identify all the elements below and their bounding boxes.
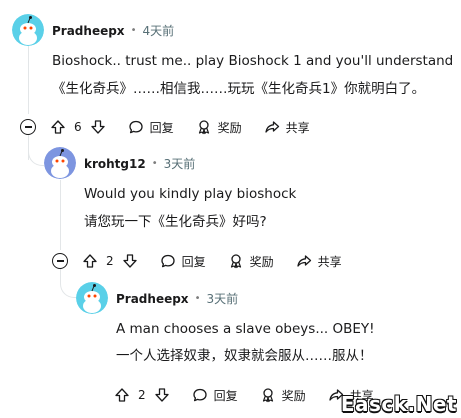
award-label: 奖励: [249, 254, 274, 269]
thread-line[interactable]: [60, 180, 61, 250]
vote-count: 6: [74, 120, 82, 134]
comment-meta: krohtg12 • 3天前: [84, 155, 195, 172]
avatar[interactable]: [76, 282, 108, 314]
separator-dot: •: [130, 25, 137, 36]
comment-text-line: 请您玩一下《生化奇兵》好吗?: [84, 214, 267, 230]
vote-controls: 2: [114, 387, 170, 403]
comment-text-line: A man chooses a slave obeys... OBEY!: [116, 321, 375, 337]
collapse-button[interactable]: [52, 253, 68, 269]
downvote-icon[interactable]: [122, 253, 138, 269]
award-button[interactable]: 奖励: [260, 387, 306, 404]
timestamp[interactable]: 3天前: [206, 290, 238, 307]
comment-actions: 6 回复 奖励 共享: [50, 114, 332, 140]
award-button[interactable]: 奖励: [228, 253, 274, 270]
share-button[interactable]: 共享: [296, 253, 342, 270]
downvote-icon[interactable]: [154, 387, 170, 403]
username[interactable]: Pradheepx: [116, 292, 189, 306]
award-label: 奖励: [281, 388, 306, 403]
watermark: Easck.Net: [340, 392, 457, 416]
thread-line[interactable]: [28, 46, 29, 114]
comment-icon: [128, 120, 143, 134]
share-label: 共享: [317, 254, 342, 269]
downvote-icon[interactable]: [90, 119, 106, 135]
comment-thread: Pradheepx • 4天前 Bioshock.. trust me.. pl…: [0, 0, 461, 418]
share-icon: [265, 121, 279, 133]
comment-text-line: Would you kindly play bioshock: [84, 186, 297, 202]
comment-actions: 2 回复 奖励 共享: [82, 248, 364, 274]
reply-label: 回复: [149, 120, 174, 135]
reply-button[interactable]: 回复: [160, 253, 206, 270]
upvote-icon[interactable]: [50, 119, 66, 135]
comment-text-line: 《生化奇兵》……相信我……玩玩《生化奇兵1》你就明白了。: [52, 81, 426, 97]
award-icon: [198, 120, 209, 135]
reply-button[interactable]: 回复: [128, 119, 174, 136]
comment-text-line: 一个人选择奴隶，奴隶就会服从……服从！: [116, 348, 373, 364]
vote-controls: 6: [50, 119, 106, 135]
comment-meta: Pradheepx • 4天前: [52, 22, 174, 39]
share-icon: [297, 255, 311, 267]
avatar[interactable]: [44, 147, 76, 179]
share-label: 共享: [285, 120, 310, 135]
comment-text-line: Bioshock.. trust me.. play Bioshock 1 an…: [52, 53, 454, 69]
comment-meta: Pradheepx • 3天前: [116, 290, 238, 307]
share-button[interactable]: 共享: [264, 119, 310, 136]
username[interactable]: krohtg12: [84, 157, 146, 171]
timestamp[interactable]: 4天前: [142, 22, 174, 39]
upvote-icon[interactable]: [114, 387, 130, 403]
thread-branch: [60, 268, 76, 298]
award-button[interactable]: 奖励: [196, 119, 242, 136]
separator-dot: •: [151, 158, 158, 169]
comment-icon: [192, 388, 207, 402]
award-icon: [230, 254, 241, 269]
thread-branch: [28, 130, 44, 166]
reply-button[interactable]: 回复: [192, 387, 238, 404]
comment-icon: [160, 254, 175, 268]
reply-label: 回复: [181, 254, 206, 269]
collapse-button[interactable]: [20, 119, 36, 135]
timestamp[interactable]: 3天前: [164, 155, 196, 172]
reply-label: 回复: [213, 388, 238, 403]
separator-dot: •: [194, 293, 201, 304]
award-label: 奖励: [217, 120, 242, 135]
thread-line: [28, 140, 29, 160]
award-icon: [262, 388, 273, 403]
username[interactable]: Pradheepx: [52, 24, 125, 38]
avatar[interactable]: [12, 14, 44, 46]
vote-count: 2: [106, 254, 114, 268]
vote-count: 2: [138, 388, 146, 402]
upvote-icon[interactable]: [82, 253, 98, 269]
vote-controls: 2: [82, 253, 138, 269]
